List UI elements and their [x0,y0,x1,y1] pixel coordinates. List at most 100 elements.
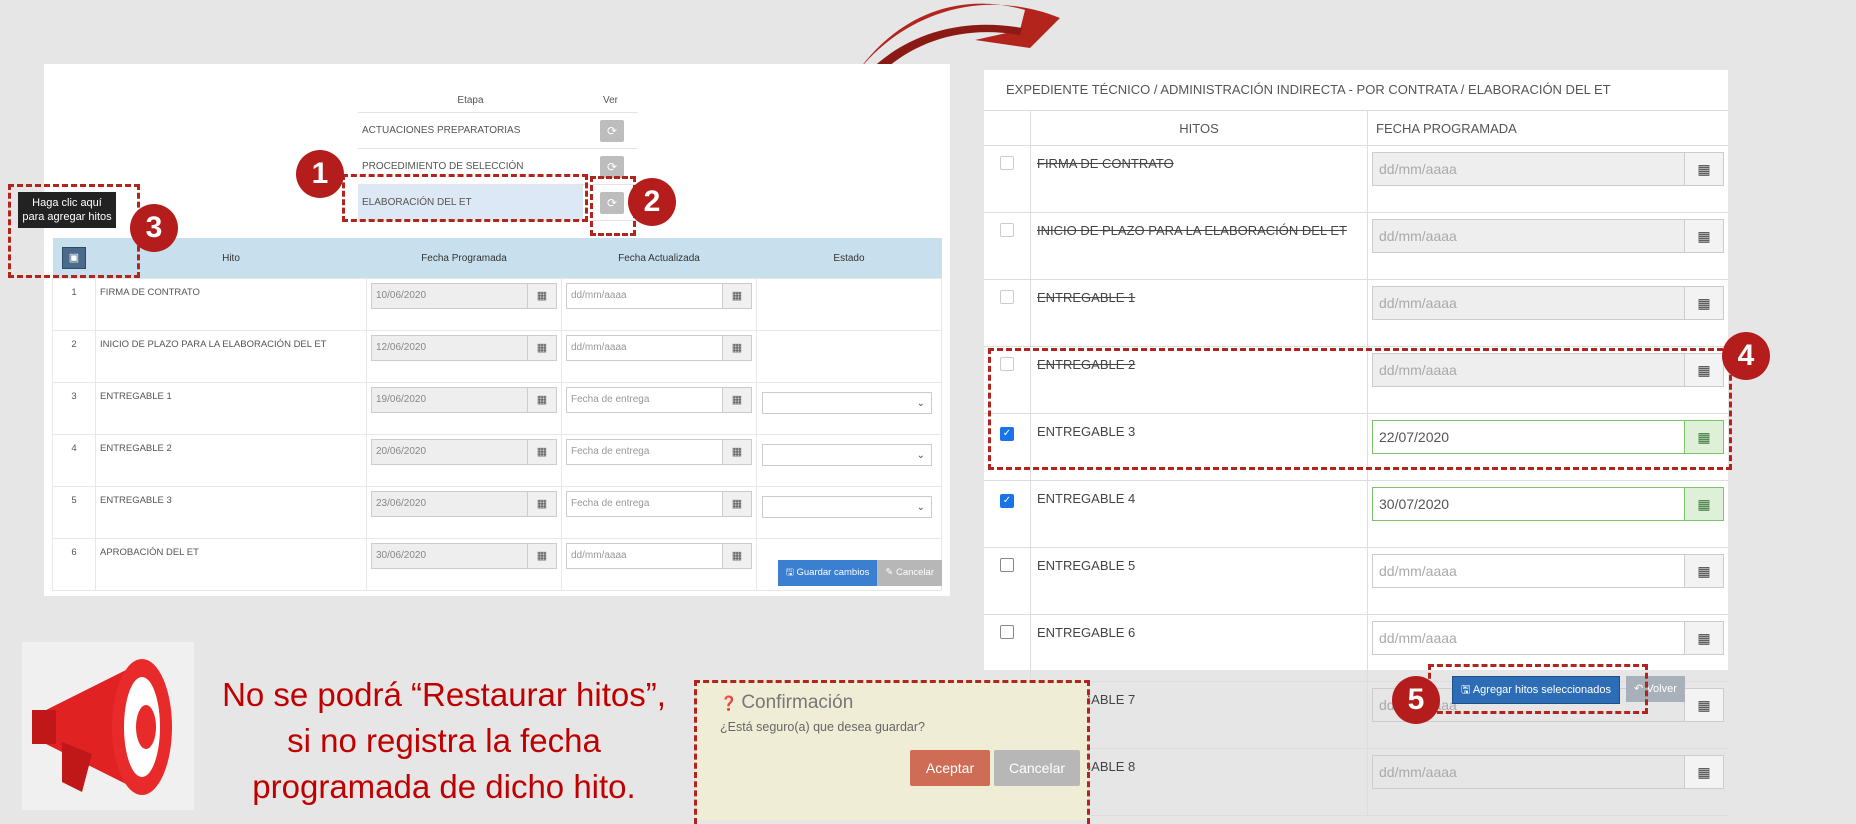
col-fecha-actualizada: Fecha Actualizada [561,238,757,279]
col-fecha-programada: Fecha Programada [366,238,562,279]
estado-select[interactable]: ⌄ [762,444,932,466]
calendar-icon[interactable]: ▦ [722,440,751,464]
fecha-programada-value: 30/06/2020 [372,544,527,568]
table-row: ENTREGABLE 8 dd/mm/aaaa▦ [984,748,1728,816]
fecha-placeholder: dd/mm/aaaa [1379,563,1457,579]
step-badge-5: 5 [1392,676,1440,724]
row-number: 1 [52,278,96,331]
hito-checkbox-checked[interactable]: ✓ [1000,494,1014,508]
calendar-icon: ▦ [1684,220,1723,252]
warning-line-3: programada de dicho hito. [252,768,636,805]
save-button[interactable]: 🖫 Guardar cambios [777,560,878,586]
ver-header: Ver [583,88,638,113]
fecha-programada-value: 20/06/2020 [372,440,527,464]
hito-name: ENTREGABLE 6 [1030,614,1368,682]
hito-name: ENTREGABLE 2 [95,434,367,487]
fecha-actualizada-placeholder: dd/mm/aaaa [571,290,627,301]
fecha-placeholder: dd/mm/aaaa [1379,630,1457,646]
fecha-field[interactable]: dd/mm/aaaa ▦ [1372,755,1724,789]
hito-name: INICIO DE PLAZO PARA LA ELABORACIÓN DEL … [95,330,367,383]
highlight-etapa [342,174,588,222]
warning-message: No se podrá “Restaurar hitos”, si no reg… [214,672,674,810]
hito-checkbox[interactable] [1000,625,1014,639]
fecha-actualizada-field[interactable]: Fecha de entrega ▦ [566,439,752,465]
hitos-panel: Etapa Ver ACTUACIONES PREPARATORIAS ⟳ PROC… [44,64,950,596]
eraser-icon: ✎ [885,567,896,578]
calendar-icon: ▦ [527,440,556,464]
fecha-programada-field: 19/06/2020 ▦ [371,387,557,413]
hito-name: FIRMA DE CONTRATO [95,278,367,331]
hito-checkbox [1000,223,1014,237]
row-number: 4 [52,434,96,487]
fecha-programada-value: 23/06/2020 [372,492,527,516]
estado-cell [756,278,942,331]
hito-name: INICIO DE PLAZO PARA LA ELABORACIÓN DEL … [1030,212,1368,280]
fecha-actualizada-field[interactable]: dd/mm/aaaa ▦ [566,283,752,309]
table-row: 2 INICIO DE PLAZO PARA LA ELABORACIÓN DE… [52,330,942,383]
calendar-icon: ▦ [527,388,556,412]
calendar-icon: ▦ [527,544,556,568]
calendar-icon[interactable]: ▦ [722,492,751,516]
refresh-icon[interactable]: ⟳ [600,155,624,178]
calendar-icon[interactable]: ▦ [722,544,751,568]
fecha-actualizada-placeholder: Fecha de entrega [571,498,650,509]
col-estado: Estado [756,238,942,279]
fecha-value: 30/07/2020 [1379,496,1450,512]
fecha-field: dd/mm/aaaa ▦ [1372,152,1724,186]
hito-checkbox[interactable] [1000,558,1014,572]
step-badge-1: 1 [296,150,344,198]
fecha-field: dd/mm/aaaa ▦ [1372,219,1724,253]
fecha-actualizada-placeholder: Fecha de entrega [571,394,650,405]
calendar-icon[interactable]: ▦ [1684,488,1723,520]
fecha-actualizada-field[interactable]: Fecha de entrega ▦ [566,387,752,413]
table-row: 5 ENTREGABLE 3 23/06/2020 ▦ Fecha de entr… [52,486,942,539]
fecha-actualizada-placeholder: dd/mm/aaaa [571,550,627,561]
etapa-header: Etapa [358,88,583,113]
fecha-programada-field: 20/06/2020 ▦ [371,439,557,465]
fecha-placeholder: dd/mm/aaaa [1373,220,1684,252]
estado-cell [756,330,942,383]
fecha-field[interactable]: 30/07/2020 ▦ [1372,487,1724,521]
back-label: Volver [1646,683,1677,695]
calendar-icon[interactable]: ▦ [1684,622,1723,654]
refresh-icon[interactable]: ⟳ [600,119,624,142]
estado-select[interactable]: ⌄ [762,496,932,518]
fecha-programada-value: 19/06/2020 [372,388,527,412]
fecha-actualizada-field[interactable]: dd/mm/aaaa ▦ [566,543,752,569]
fecha-actualizada-field[interactable]: Fecha de entrega ▦ [566,491,752,517]
cancel-button[interactable]: ✎ Cancelar [877,560,942,586]
row-number: 5 [52,486,96,539]
row-number: 3 [52,382,96,435]
table-row: 1 FIRMA DE CONTRATO 10/06/2020 ▦ dd/mm/aa… [52,278,942,331]
table-row: 3 ENTREGABLE 1 19/06/2020 ▦ Fecha de entr… [52,382,942,435]
hito-checkbox [1000,290,1014,304]
cancel-label: Cancelar [895,567,934,578]
step-badge-3: 3 [130,204,178,252]
megaphone-icon [32,659,172,795]
fecha-programada-value: 10/06/2020 [372,284,527,308]
calendar-icon[interactable]: ▦ [1684,689,1723,721]
calendar-icon: ▦ [1684,153,1723,185]
fecha-actualizada-field[interactable]: dd/mm/aaaa ▦ [566,335,752,361]
calendar-icon[interactable]: ▦ [1684,756,1723,788]
estado-select[interactable]: ⌄ [762,392,932,414]
calendar-icon[interactable]: ▦ [722,336,751,360]
col-hitos: HITOS [1030,111,1368,146]
calendar-icon[interactable]: ▦ [1684,555,1723,587]
hito-name: ENTREGABLE 1 [1030,279,1368,347]
hito-checkbox [1000,156,1014,170]
table-row: ENTREGABLE 5 dd/mm/aaaa ▦ [984,547,1728,615]
fecha-actualizada-placeholder: dd/mm/aaaa [571,342,627,353]
highlight-add [8,184,140,278]
calendar-icon[interactable]: ▦ [722,388,751,412]
calendar-icon[interactable]: ▦ [722,284,751,308]
save-icon: 🖫 [785,567,797,578]
fecha-field[interactable]: dd/mm/aaaa ▦ [1372,554,1724,588]
etapa-name: ACTUACIONES PREPARATORIAS [358,112,583,149]
fecha-placeholder: dd/mm/aaaa [1379,764,1457,780]
step-badge-2: 2 [628,178,676,226]
hito-name: FIRMA DE CONTRATO [1030,145,1368,213]
fecha-field[interactable]: dd/mm/aaaa ▦ [1372,621,1724,655]
hito-name: ENTREGABLE 1 [95,382,367,435]
megaphone-image [22,642,194,810]
